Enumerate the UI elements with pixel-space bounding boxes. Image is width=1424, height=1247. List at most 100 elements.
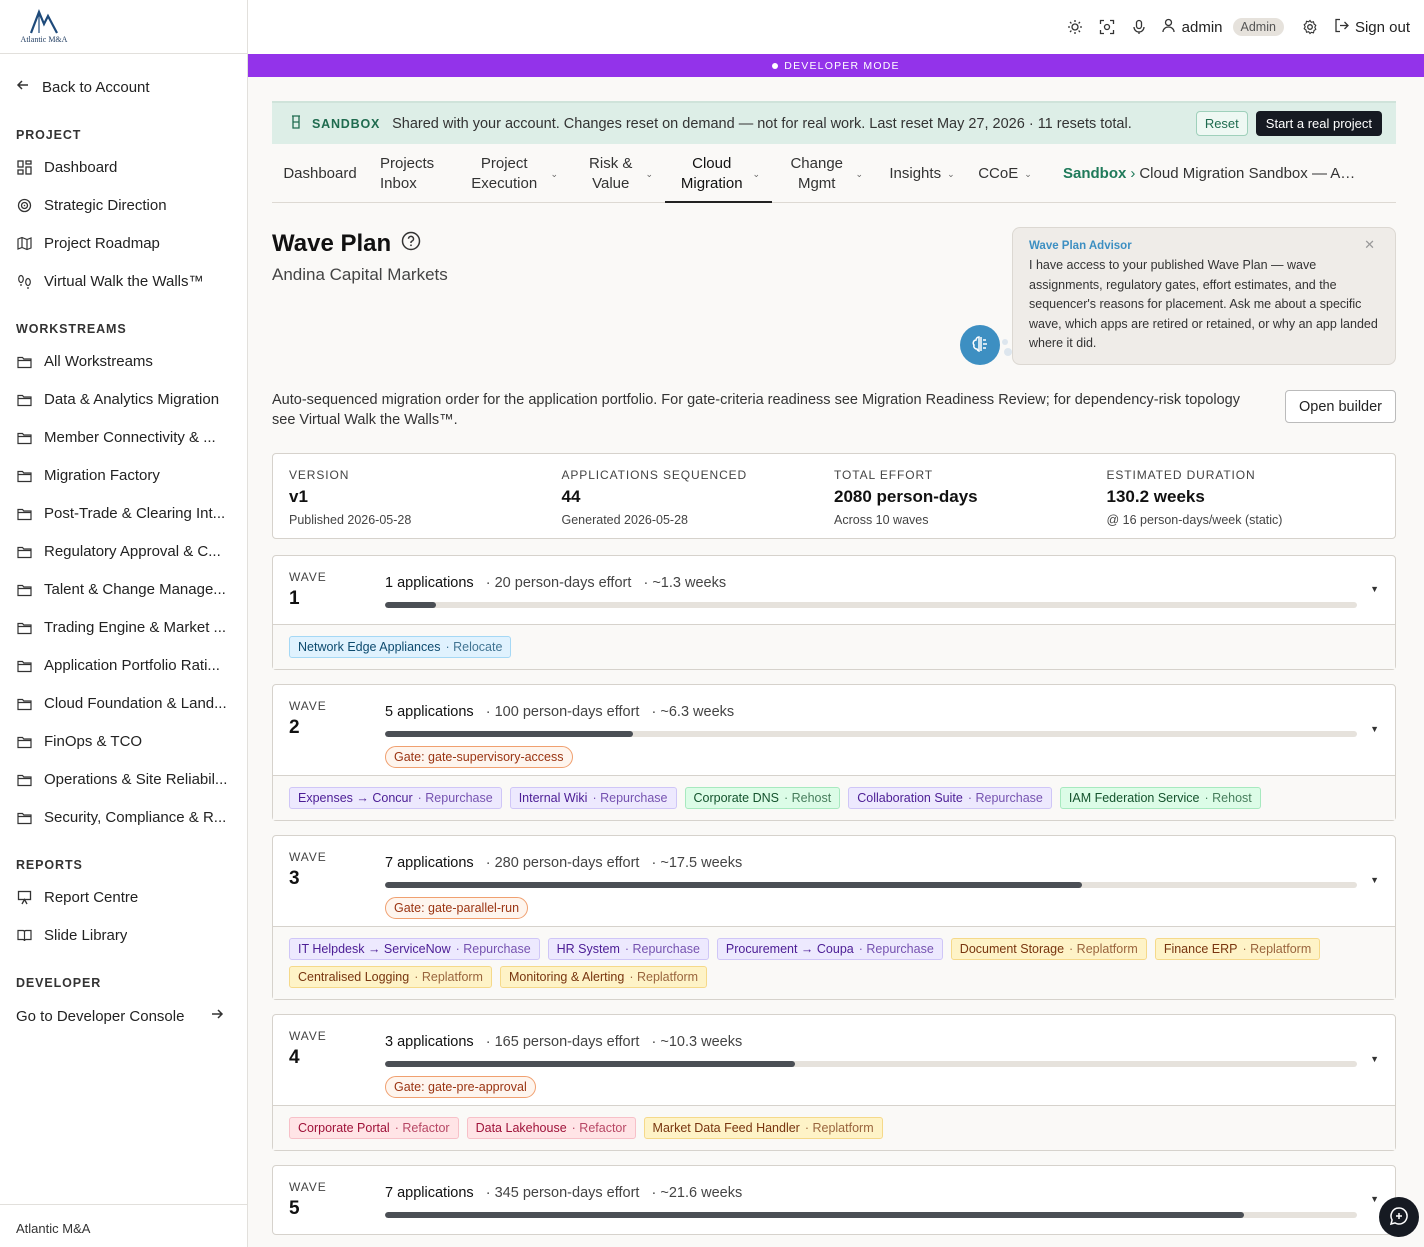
app-chip[interactable]: Centralised Logging · Replatform: [289, 966, 492, 988]
microphone-icon[interactable]: [1123, 11, 1155, 43]
tab-label: Projects Inbox: [380, 154, 435, 192]
wave-effort: · 20 person-days effort: [485, 575, 632, 591]
wave-label-block: WAVE 4: [289, 1029, 327, 1069]
tab-cloud-migration[interactable]: Cloud Migration ⌄: [665, 145, 772, 203]
wave-header[interactable]: WAVE 2 5 applications · 100 person-days ef…: [273, 685, 1395, 775]
folder-icon: [16, 354, 32, 370]
open-builder-button[interactable]: Open builder: [1285, 390, 1396, 423]
sidebar-item-label: Dashboard: [44, 159, 118, 176]
wave-number: 5: [289, 1198, 300, 1219]
app-chip[interactable]: IAM Federation Service · Rehost: [1059, 787, 1261, 809]
stat-sub: @ 16 person-days/week (static): [1106, 513, 1283, 527]
user-icon: [1161, 18, 1176, 37]
app-chip[interactable]: Corporate Portal · Refactor: [289, 1117, 459, 1139]
caret-down-icon[interactable]: ▼: [1370, 724, 1379, 734]
app-name: IT Helpdesk → ServiceNow: [298, 942, 451, 956]
stat-duration: ESTIMATED DURATION 130.2 weeks @ 16 pers…: [1107, 468, 1380, 538]
sidebar-item-report-centre[interactable]: Report Centre: [16, 889, 231, 906]
sidebar-item-workstream[interactable]: Security, Compliance & R...: [16, 809, 231, 826]
folder-icon: [16, 544, 32, 560]
wave-header[interactable]: WAVE 4 3 applications · 165 person-days ef…: [273, 1015, 1395, 1105]
sidebar-item-workstream[interactable]: Operations & Site Reliabil...: [16, 771, 231, 788]
sidebar-item-workstream[interactable]: All Workstreams: [16, 353, 231, 370]
tab-dashboard[interactable]: Dashboard: [272, 145, 368, 202]
breadcrumb-root[interactable]: Sandbox: [1063, 165, 1126, 182]
sidebar-item-workstream[interactable]: Data & Analytics Migration: [16, 391, 231, 408]
app-chip[interactable]: Network Edge Appliances · Relocate: [289, 636, 512, 658]
app-chip[interactable]: HR System · Repurchase: [547, 938, 709, 960]
back-to-account-link[interactable]: Back to Account: [16, 78, 150, 96]
app-chip[interactable]: Document Storage · Replatform: [950, 938, 1147, 960]
wave-app-count: 3 applications: [385, 1034, 474, 1050]
app-chip[interactable]: Market Data Feed Handler · Replatform: [643, 1117, 883, 1139]
sidebar-item-workstream[interactable]: Member Connectivity & ...: [16, 429, 231, 446]
user-menu[interactable]: admin Admin: [1161, 18, 1284, 37]
tab-projects-inbox[interactable]: Projects Inbox: [368, 145, 452, 202]
sidebar-item-workstream[interactable]: FinOps & TCO: [16, 733, 231, 750]
chat-fab-button[interactable]: [1379, 1197, 1419, 1237]
wave-label-block: WAVE 2: [289, 699, 327, 739]
advisor-avatar[interactable]: [960, 325, 1000, 365]
app-name: Network Edge Appliances: [298, 640, 441, 654]
sun-icon[interactable]: [1059, 11, 1091, 43]
wave-label-block: WAVE 3: [289, 850, 327, 890]
sidebar-item-workstream[interactable]: Talent & Change Manage...: [16, 581, 231, 598]
chevron-down-icon: ⌄: [752, 168, 760, 179]
tab-insights[interactable]: Insights ⌄: [875, 145, 969, 202]
sidebar-item-workstream[interactable]: Regulatory Approval & C...: [16, 543, 231, 560]
tab-label: CCoE: [978, 164, 1019, 182]
sidebar-item-virtual-walk[interactable]: Virtual Walk the Walls™: [16, 273, 231, 290]
wave-header[interactable]: WAVE 1 1 applications · 20 person-days eff…: [273, 556, 1395, 624]
tab-ccoe[interactable]: CCoE ⌄: [969, 145, 1041, 202]
sidebar-item-slide-library[interactable]: Slide Library: [16, 927, 231, 944]
page-subtitle: Andina Capital Markets: [272, 265, 448, 284]
wave-progress-fill: [385, 602, 436, 608]
folder-icon: [16, 620, 32, 636]
caret-down-icon[interactable]: ▼: [1370, 875, 1379, 885]
focus-icon[interactable]: [1091, 11, 1123, 43]
sign-out-button[interactable]: Sign out: [1334, 18, 1410, 37]
start-real-project-button[interactable]: Start a real project: [1255, 111, 1382, 136]
sidebar-item-strategic-direction[interactable]: Strategic Direction: [16, 197, 231, 214]
app-chip[interactable]: Internal Wiki · Repurchase: [509, 787, 677, 809]
wave-header[interactable]: WAVE 3 7 applications · 280 person-days ef…: [273, 836, 1395, 926]
wave-weeks: · ~6.3 weeks: [651, 704, 735, 720]
sidebar-item-workstream[interactable]: Trading Engine & Market ...: [16, 619, 231, 636]
sidebar-item-dashboard[interactable]: Dashboard: [16, 159, 231, 176]
close-icon[interactable]: ✕: [1364, 237, 1375, 253]
app-chip[interactable]: IT Helpdesk → ServiceNow · Repurchase: [289, 938, 540, 960]
sidebar-item-workstream[interactable]: Application Portfolio Rati...: [16, 657, 231, 674]
caret-down-icon[interactable]: ▼: [1370, 1194, 1379, 1204]
app-chip[interactable]: Expenses → Concur · Repurchase: [289, 787, 502, 809]
tab-risk-value[interactable]: Risk & Value ⌄: [570, 145, 665, 202]
wave-header[interactable]: WAVE 5 7 applications · 345 person-days ef…: [273, 1166, 1395, 1234]
tab-project-execution[interactable]: Project Execution ⌄: [452, 145, 570, 202]
app-strategy: · Replatform: [1242, 942, 1312, 956]
app-chip[interactable]: Procurement → Coupa · Repurchase: [716, 938, 943, 960]
stat-label: ESTIMATED DURATION: [1106, 468, 1256, 482]
footprints-icon: [16, 274, 32, 290]
developer-console-link[interactable]: Go to Developer Console: [16, 1007, 224, 1025]
wave-app-list: IT Helpdesk → ServiceNow · Repurchase HR S…: [273, 926, 1395, 999]
app-chip[interactable]: Finance ERP · Replatform: [1154, 938, 1321, 960]
sidebar-item-workstream[interactable]: Migration Factory: [16, 467, 231, 484]
brand-logo[interactable]: Atlantic M&A: [16, 8, 72, 44]
reset-button[interactable]: Reset: [1195, 111, 1248, 136]
gear-icon[interactable]: [1294, 11, 1326, 43]
app-name: Procurement → Coupa: [725, 942, 854, 956]
sidebar-item-workstream[interactable]: Cloud Foundation & Land...: [16, 695, 231, 712]
caret-down-icon[interactable]: ▼: [1370, 1054, 1379, 1064]
app-chip[interactable]: Monitoring & Alerting · Replatform: [499, 966, 708, 988]
wave-number: 3: [289, 868, 300, 889]
sidebar-item-workstream[interactable]: Post-Trade & Clearing Int...: [16, 505, 231, 522]
help-icon[interactable]: [401, 230, 421, 258]
wave-app-count: 7 applications: [385, 1185, 474, 1201]
tab-change-mgmt[interactable]: Change Mgmt ⌄: [772, 145, 875, 202]
caret-down-icon[interactable]: ▼: [1370, 584, 1379, 594]
app-chip[interactable]: Corporate DNS · Rehost: [684, 787, 841, 809]
target-icon: [16, 198, 32, 214]
app-chip[interactable]: Collaboration Suite · Repurchase: [848, 787, 1052, 809]
sidebar-item-project-roadmap[interactable]: Project Roadmap: [16, 235, 231, 252]
advisor-dot-icon: [1002, 339, 1008, 345]
app-chip[interactable]: Data Lakehouse · Refactor: [466, 1117, 636, 1139]
